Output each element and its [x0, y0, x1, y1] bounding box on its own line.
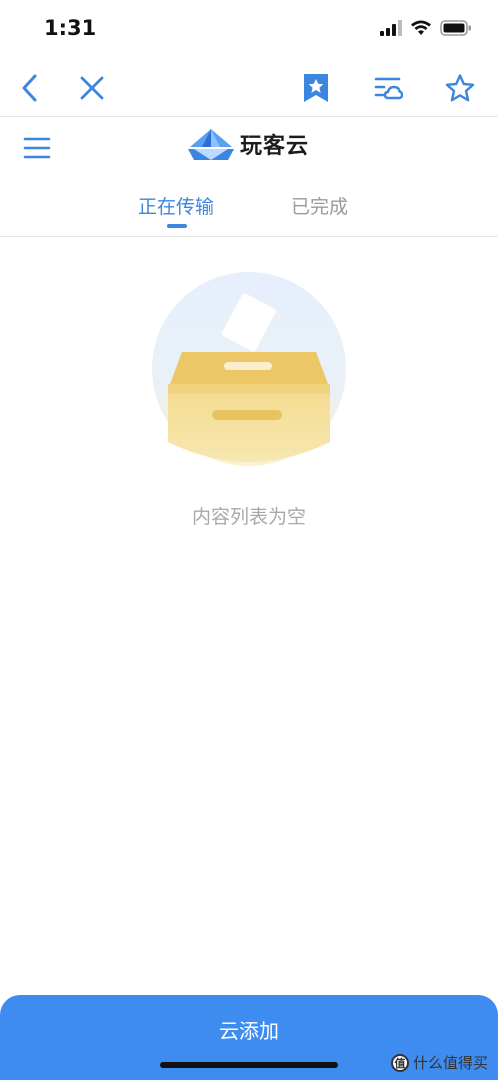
app-header: 玩客云 — [0, 117, 498, 177]
status-icons — [380, 20, 472, 36]
cloud-add-label: 云添加 — [219, 1019, 279, 1043]
cellular-signal-icon — [380, 20, 402, 36]
tab-in-progress[interactable]: 正在传输 — [138, 192, 214, 219]
cloud-list-icon — [374, 77, 403, 100]
active-tab-indicator — [167, 224, 187, 228]
brand-name: 玩客云 — [240, 134, 310, 159]
watermark-logo-icon: 值 — [390, 1053, 409, 1072]
brand-logo-icon — [188, 129, 234, 160]
transfer-tabs: 正在传输 已完成 — [0, 180, 498, 237]
bookmark-star-icon — [304, 74, 328, 102]
chevron-left-icon — [22, 74, 37, 102]
back-button[interactable] — [12, 70, 48, 106]
hamburger-menu-icon — [23, 137, 51, 159]
bookmark-button[interactable] — [298, 70, 334, 106]
home-indicator — [160, 1062, 338, 1068]
nav-bar — [0, 60, 498, 117]
status-bar: 1:31 — [0, 0, 498, 60]
close-button[interactable] — [74, 70, 110, 106]
cloud-list-button[interactable] — [370, 70, 406, 106]
star-outline-icon — [445, 74, 475, 102]
watermark: 值 什么值得买 — [390, 1052, 488, 1073]
status-time: 1:31 — [44, 16, 97, 40]
menu-button[interactable] — [20, 131, 54, 165]
close-icon — [80, 76, 104, 100]
brand: 玩客云 — [188, 127, 309, 161]
favorite-button[interactable] — [442, 70, 478, 106]
empty-state-message: 内容列表为空 — [191, 506, 306, 528]
battery-icon — [440, 20, 471, 36]
tab-completed[interactable]: 已完成 — [291, 192, 348, 219]
empty-box-illustration — [152, 272, 346, 466]
watermark-text: 什么值得买 — [412, 1054, 488, 1072]
wifi-icon — [411, 20, 431, 35]
